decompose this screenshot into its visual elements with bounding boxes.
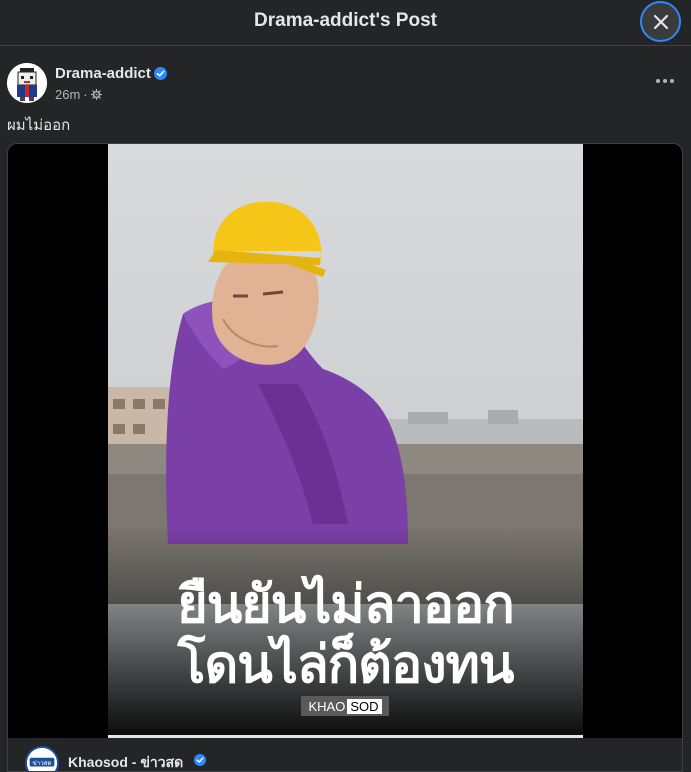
shared-page-avatar[interactable]: ข่าวสด	[25, 746, 59, 771]
author-name[interactable]: Drama-addict	[55, 65, 151, 82]
shared-verified-badge-icon	[194, 754, 206, 766]
post-meta: 26m ·	[55, 87, 102, 102]
post-text: ผมไม่ออก	[7, 117, 71, 134]
gear-icon	[90, 89, 102, 100]
shared-avatar-logo: ข่าวสด	[27, 748, 57, 771]
video-caption-line2: โดนไล่ก็ต้องทน	[177, 636, 515, 694]
post-time[interactable]: 26m	[55, 87, 80, 102]
shared-post-header: ข่าวสด Khaosod - ข่าวสด	[8, 738, 682, 771]
watermark-left: KHAO	[308, 698, 346, 714]
meta-separator: ·	[83, 87, 88, 102]
video-thumbnail[interactable]: ยืนยันไม่ลาออก โดนไล่ก็ต้องทน KHAO SOD	[108, 144, 583, 738]
more-dots-icon	[656, 79, 660, 83]
shared-avatar-text: ข่าวสด	[33, 760, 52, 767]
shared-page-name[interactable]: Khaosod - ข่าวสด	[68, 752, 183, 771]
shared-video-card[interactable]: ยืนยันไม่ลาออก โดนไล่ก็ต้องทน KHAO SOD ข่…	[7, 143, 683, 772]
post-header: Drama-addict 26m ·	[0, 52, 691, 108]
close-icon	[653, 14, 668, 29]
author-avatar[interactable]	[7, 63, 47, 103]
modal-header: Drama-addict's Post	[0, 0, 691, 46]
verified-badge-icon	[154, 67, 167, 80]
more-options-button[interactable]	[651, 71, 679, 91]
watermark-right: SOD	[347, 698, 382, 714]
avatar-image	[7, 63, 47, 103]
close-button[interactable]	[640, 1, 681, 42]
modal-title: Drama-addict's Post	[254, 10, 437, 31]
khaosod-watermark: KHAO SOD	[301, 696, 389, 716]
